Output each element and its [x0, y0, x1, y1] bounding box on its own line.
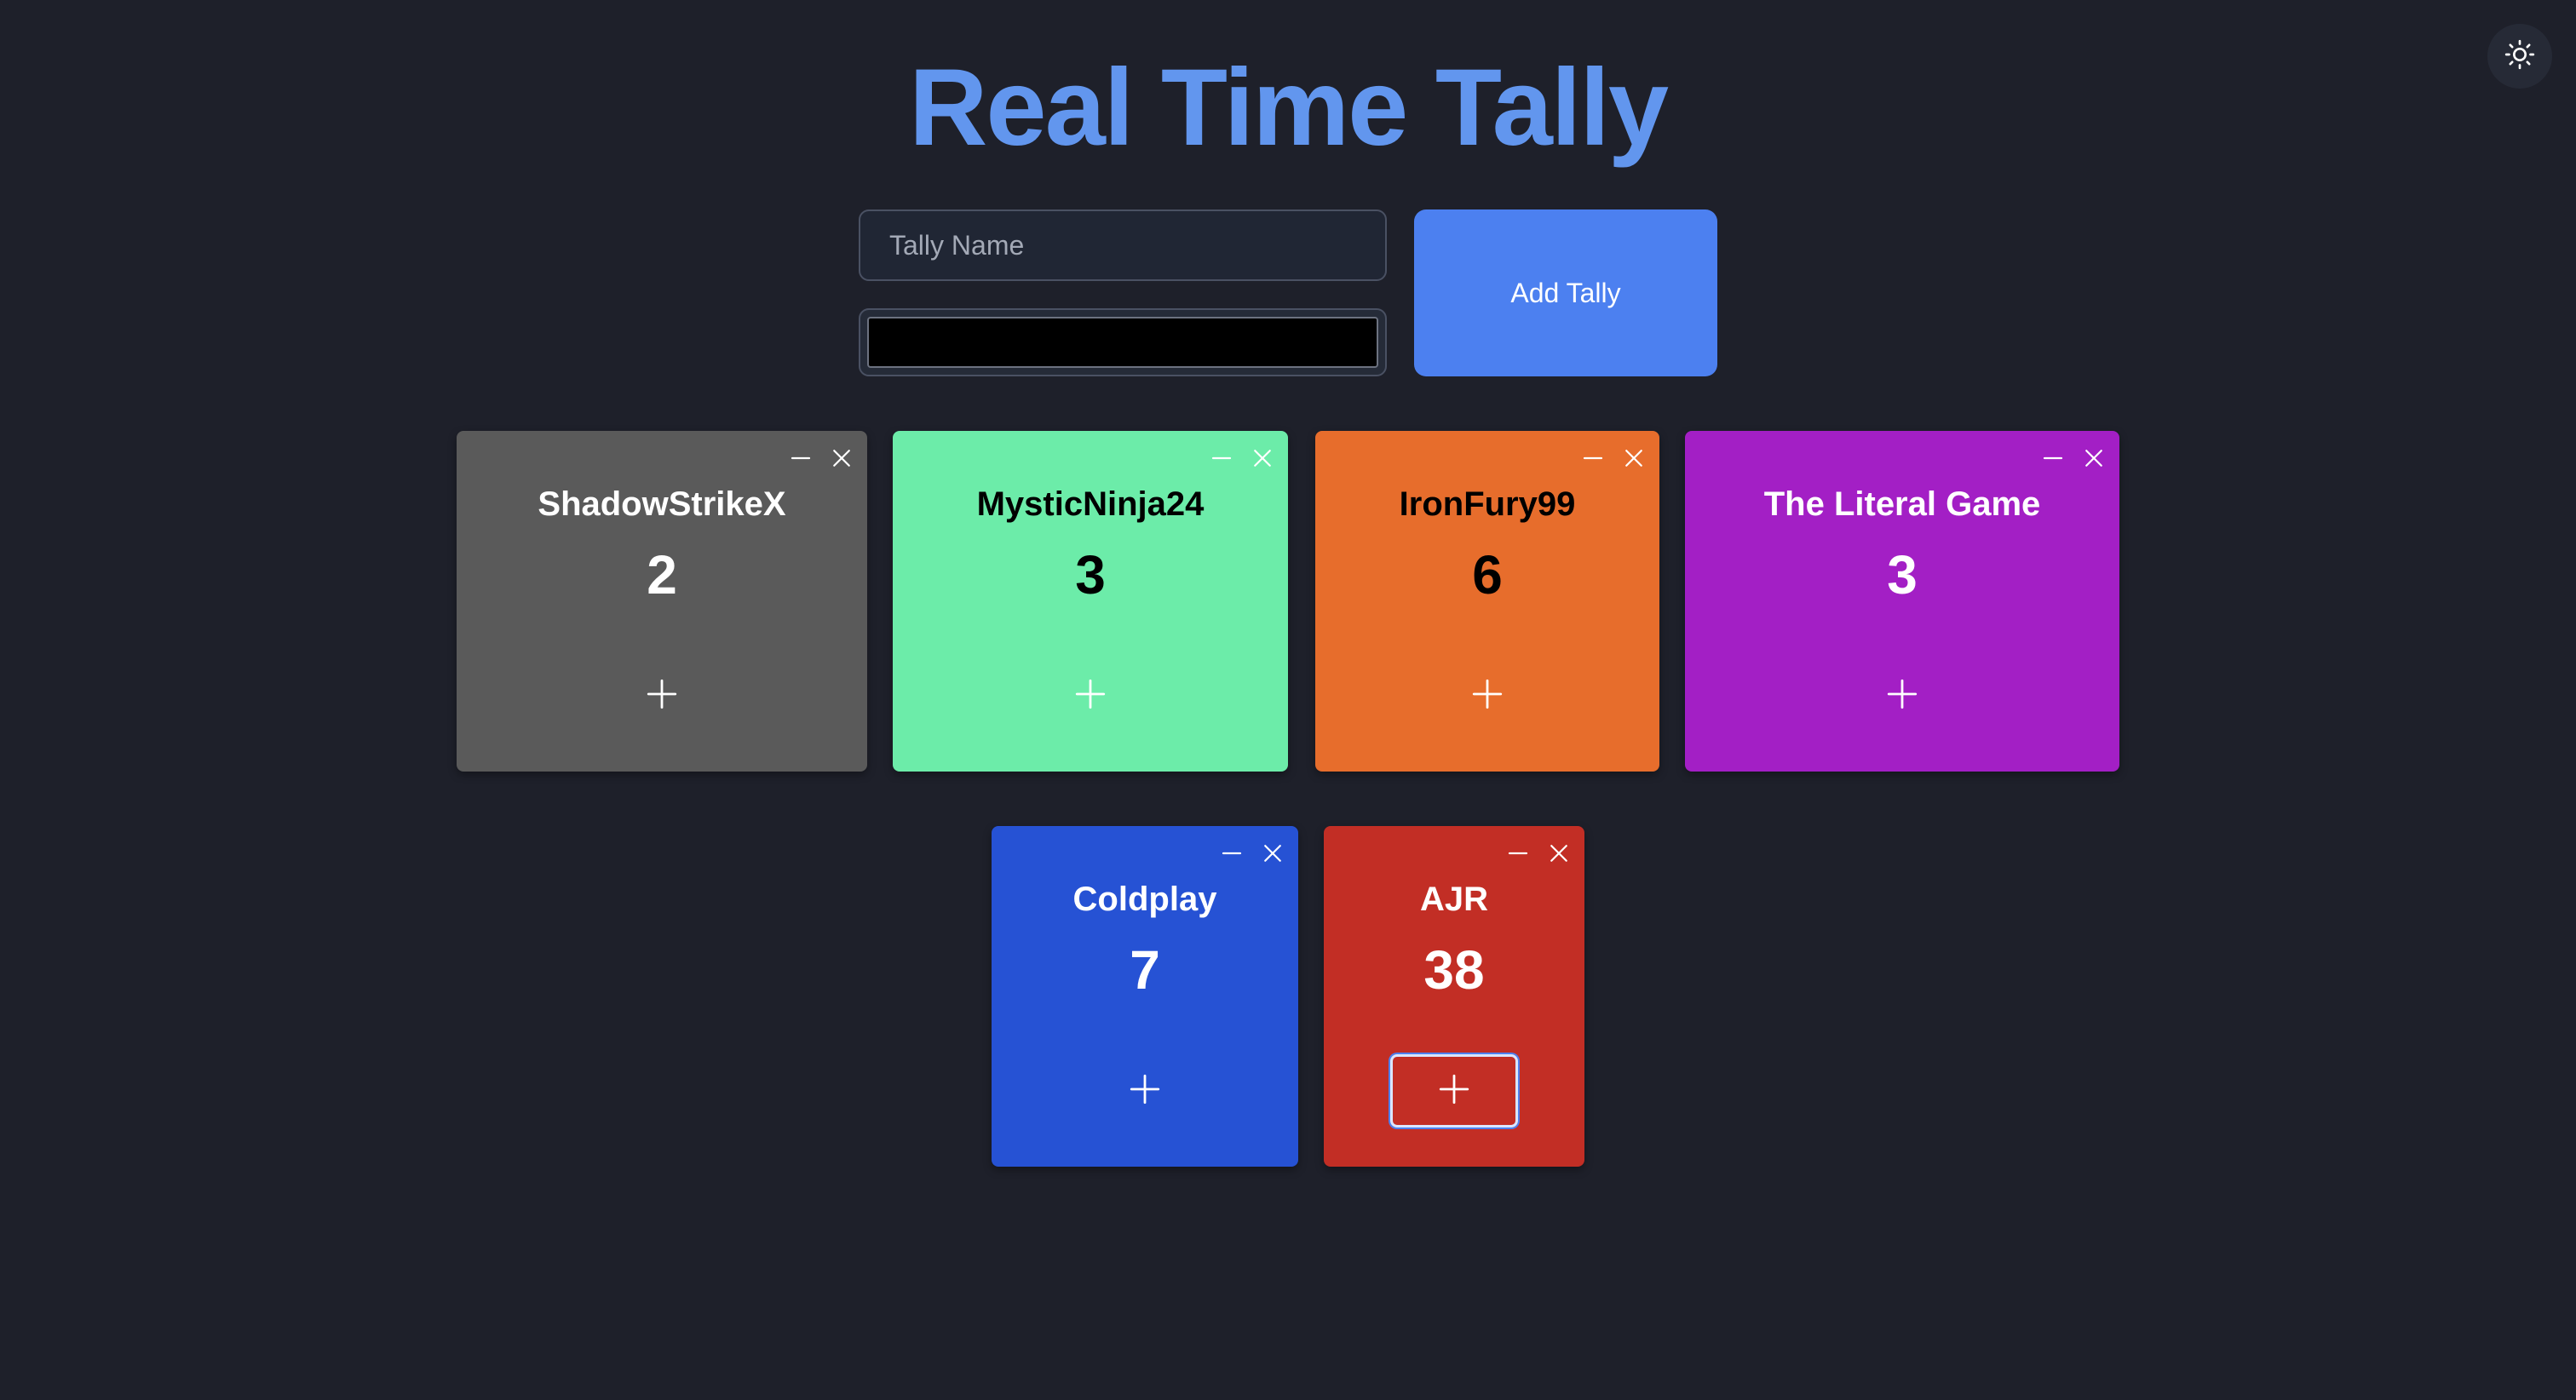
minus-icon: [1219, 841, 1245, 870]
close-icon: [1621, 445, 1647, 475]
tally-name: MysticNinja24: [976, 485, 1205, 523]
plus-icon: [1127, 1071, 1163, 1111]
plus-icon: [1436, 1071, 1472, 1111]
color-picker[interactable]: [859, 308, 1387, 376]
plus-icon: [644, 676, 680, 716]
plus-icon: [1884, 676, 1920, 716]
increment-button[interactable]: [598, 659, 726, 732]
plus-icon: [1469, 676, 1505, 716]
remove-tally-button[interactable]: [1542, 838, 1576, 872]
tally-card: IronFury99 6: [1315, 431, 1659, 772]
tally-name: The Literal Game: [1763, 485, 2041, 523]
minus-icon: [2040, 445, 2066, 475]
decrement-button[interactable]: [1205, 443, 1239, 477]
increment-button[interactable]: [1838, 659, 1966, 732]
tally-name: IronFury99: [1399, 485, 1576, 523]
tally-count: 3: [1887, 544, 1918, 605]
increment-button[interactable]: [1026, 659, 1154, 732]
remove-tally-button[interactable]: [2077, 443, 2111, 477]
tally-card: Coldplay 7: [992, 826, 1298, 1167]
remove-tally-button[interactable]: [1256, 838, 1290, 872]
tally-name-input[interactable]: [859, 209, 1387, 281]
minus-icon: [788, 445, 814, 475]
tally-name: ShadowStrikeX: [538, 485, 786, 523]
close-icon: [1250, 445, 1275, 475]
close-icon: [1546, 841, 1572, 870]
tally-count: 38: [1423, 939, 1485, 1001]
add-tally-button[interactable]: Add Tally: [1414, 209, 1717, 376]
page-title: Real Time Tally: [908, 47, 1669, 169]
remove-tally-button[interactable]: [1617, 443, 1651, 477]
decrement-button[interactable]: [2036, 443, 2070, 477]
close-icon: [2081, 445, 2107, 475]
increment-button[interactable]: [1423, 659, 1551, 732]
increment-button[interactable]: [1081, 1054, 1209, 1127]
tally-card: ShadowStrikeX 2: [457, 431, 867, 772]
tally-count: 6: [1472, 544, 1503, 605]
minus-icon: [1209, 445, 1234, 475]
tally-name: AJR: [1419, 881, 1489, 918]
remove-tally-button[interactable]: [1245, 443, 1279, 477]
remove-tally-button[interactable]: [825, 443, 859, 477]
tally-name: Coldplay: [1072, 881, 1217, 918]
plus-icon: [1072, 676, 1108, 716]
minus-icon: [1505, 841, 1531, 870]
tally-card: MysticNinja24 3: [893, 431, 1288, 772]
decrement-button[interactable]: [1215, 838, 1249, 872]
tally-count: 7: [1130, 939, 1160, 1001]
close-icon: [829, 445, 854, 475]
minus-icon: [1580, 445, 1606, 475]
close-icon: [1260, 841, 1285, 870]
decrement-button[interactable]: [1576, 443, 1610, 477]
tally-count: 2: [647, 544, 677, 605]
decrement-button[interactable]: [1501, 838, 1535, 872]
increment-button[interactable]: [1390, 1054, 1518, 1127]
color-swatch: [867, 317, 1378, 368]
tally-card: The Literal Game 3: [1685, 431, 2119, 772]
tally-card: AJR 38: [1324, 826, 1584, 1167]
decrement-button[interactable]: [784, 443, 818, 477]
tally-count: 3: [1075, 544, 1106, 605]
